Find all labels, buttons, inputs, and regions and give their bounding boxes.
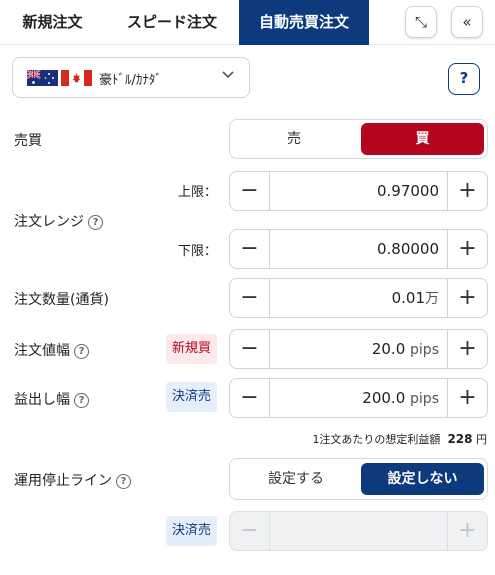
question-icon[interactable]: ? <box>74 344 89 359</box>
order-width-label: 注文値幅? <box>14 340 89 360</box>
profit-width-label-text: 益出し幅 <box>14 392 70 408</box>
double-chevron-left-icon[interactable]: « <box>451 6 483 38</box>
order-width-label-text: 注文値幅 <box>14 343 70 359</box>
stop-line-label-text: 運用停止ライン <box>14 473 112 489</box>
sell-option[interactable]: 売 <box>234 123 354 155</box>
buy-option[interactable]: 買 <box>361 123 484 155</box>
lower-limit-minus-button[interactable]: − <box>230 230 270 268</box>
estimated-profit-amount: 228 <box>447 432 473 446</box>
lower-limit-label: 下限： <box>178 244 218 259</box>
currency-pair-select[interactable]: 豪ﾄﾞﾙ/ｶﾅﾀﾞ <box>12 57 250 98</box>
canada-flag-icon <box>61 70 92 86</box>
estimated-profit-label: 1注文あたりの想定利益額 <box>312 433 441 446</box>
order-width-plus-button[interactable]: + <box>447 330 487 368</box>
lower-limit-stepper: − 0.80000 + <box>229 229 488 269</box>
order-width-minus-button[interactable]: − <box>230 330 270 368</box>
profit-width-plus-button[interactable]: + <box>447 379 487 417</box>
stop-line-unset-option[interactable]: 設定しない <box>361 463 484 495</box>
order-range-label-text: 注文レンジ <box>14 214 84 230</box>
profit-width-label: 益出し幅? <box>14 389 89 409</box>
stop-line-plus-button[interactable]: + <box>447 512 487 550</box>
profit-width-unit: pips <box>410 391 439 407</box>
order-width-unit: pips <box>410 342 439 358</box>
question-icon[interactable]: ? <box>116 474 131 489</box>
profit-width-value: 200.0 <box>362 389 406 407</box>
quantity-minus-button[interactable]: − <box>230 279 270 317</box>
profit-width-minus-button[interactable]: − <box>230 379 270 417</box>
stop-line-set-option[interactable]: 設定する <box>234 463 358 495</box>
question-icon[interactable]: ? <box>88 215 103 230</box>
quantity-plus-button[interactable]: + <box>447 279 487 317</box>
lower-limit-input[interactable]: 0.80000 <box>377 230 439 268</box>
upper-limit-input[interactable]: 0.97000 <box>377 172 439 210</box>
order-range-label: 注文レンジ? <box>14 211 103 231</box>
upper-limit-stepper: − 0.97000 + <box>229 171 488 211</box>
upper-limit-plus-button[interactable]: + <box>447 172 487 210</box>
quantity-value: 0.01 <box>391 289 425 307</box>
side-toggle: 売 買 <box>229 119 488 159</box>
lower-limit-plus-button[interactable]: + <box>447 230 487 268</box>
tab-new-order[interactable]: 新規注文 <box>0 0 105 45</box>
stop-line-close-sell-badge: 決済売 <box>166 516 218 546</box>
stop-line-stepper: − + <box>229 511 488 551</box>
order-width-input[interactable]: 20.0 pips <box>372 330 439 368</box>
side-label: 売買 <box>14 133 42 149</box>
quantity-unit: 万 <box>425 291 439 307</box>
question-icon[interactable]: ? <box>74 393 89 408</box>
tab-auto-trade-order[interactable]: 自動売買注文 <box>239 0 369 45</box>
stop-line-toggle: 設定する 設定しない <box>229 458 488 500</box>
help-icon[interactable]: ? <box>448 63 480 95</box>
order-width-value: 20.0 <box>371 340 406 358</box>
close-sell-badge: 決済売 <box>166 382 218 412</box>
quantity-stepper: − 0.01万 + <box>229 278 488 318</box>
upper-limit-label: 上限： <box>178 185 218 200</box>
chevron-down-icon <box>221 66 235 85</box>
estimated-profit-unit: 円 <box>476 433 487 446</box>
stop-line-minus-button[interactable]: − <box>230 512 270 550</box>
quantity-input[interactable]: 0.01万 <box>392 279 439 317</box>
australia-flag-icon <box>27 70 58 86</box>
order-tab-bar: 新規注文 スピード注文 自動売買注文 ⤡ « <box>0 0 495 45</box>
upper-limit-minus-button[interactable]: − <box>230 172 270 210</box>
tab-speed-order[interactable]: スピード注文 <box>105 0 239 45</box>
currency-pair-label: 豪ﾄﾞﾙ/ｶﾅﾀﾞ <box>99 73 162 88</box>
new-buy-badge: 新規買 <box>166 334 218 364</box>
profit-width-stepper: − 200.0 pips + <box>229 378 488 418</box>
collapse-icon[interactable]: ⤡ <box>405 6 437 38</box>
order-width-stepper: − 20.0 pips + <box>229 329 488 369</box>
estimated-profit: 1注文あたりの想定利益額 228 円 <box>312 431 487 447</box>
quantity-label: 注文数量(通貨) <box>14 292 109 308</box>
stop-line-label: 運用停止ライン? <box>14 470 131 490</box>
profit-width-input[interactable]: 200.0 pips <box>362 379 439 417</box>
